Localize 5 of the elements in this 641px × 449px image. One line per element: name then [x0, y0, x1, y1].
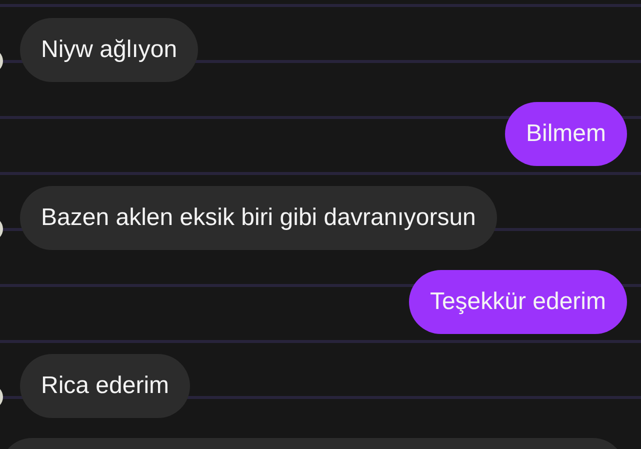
- message-bubble: Teşekkür ederim: [408, 270, 627, 334]
- message-bubble: Rica ederim: [20, 354, 190, 418]
- message-bubble: Bilmem: [504, 102, 627, 166]
- message-bubble: Bazen aklen eksik biri gibi davranıyorsun: [20, 186, 497, 250]
- message-bubble: Niyw ağlıyon: [20, 18, 198, 82]
